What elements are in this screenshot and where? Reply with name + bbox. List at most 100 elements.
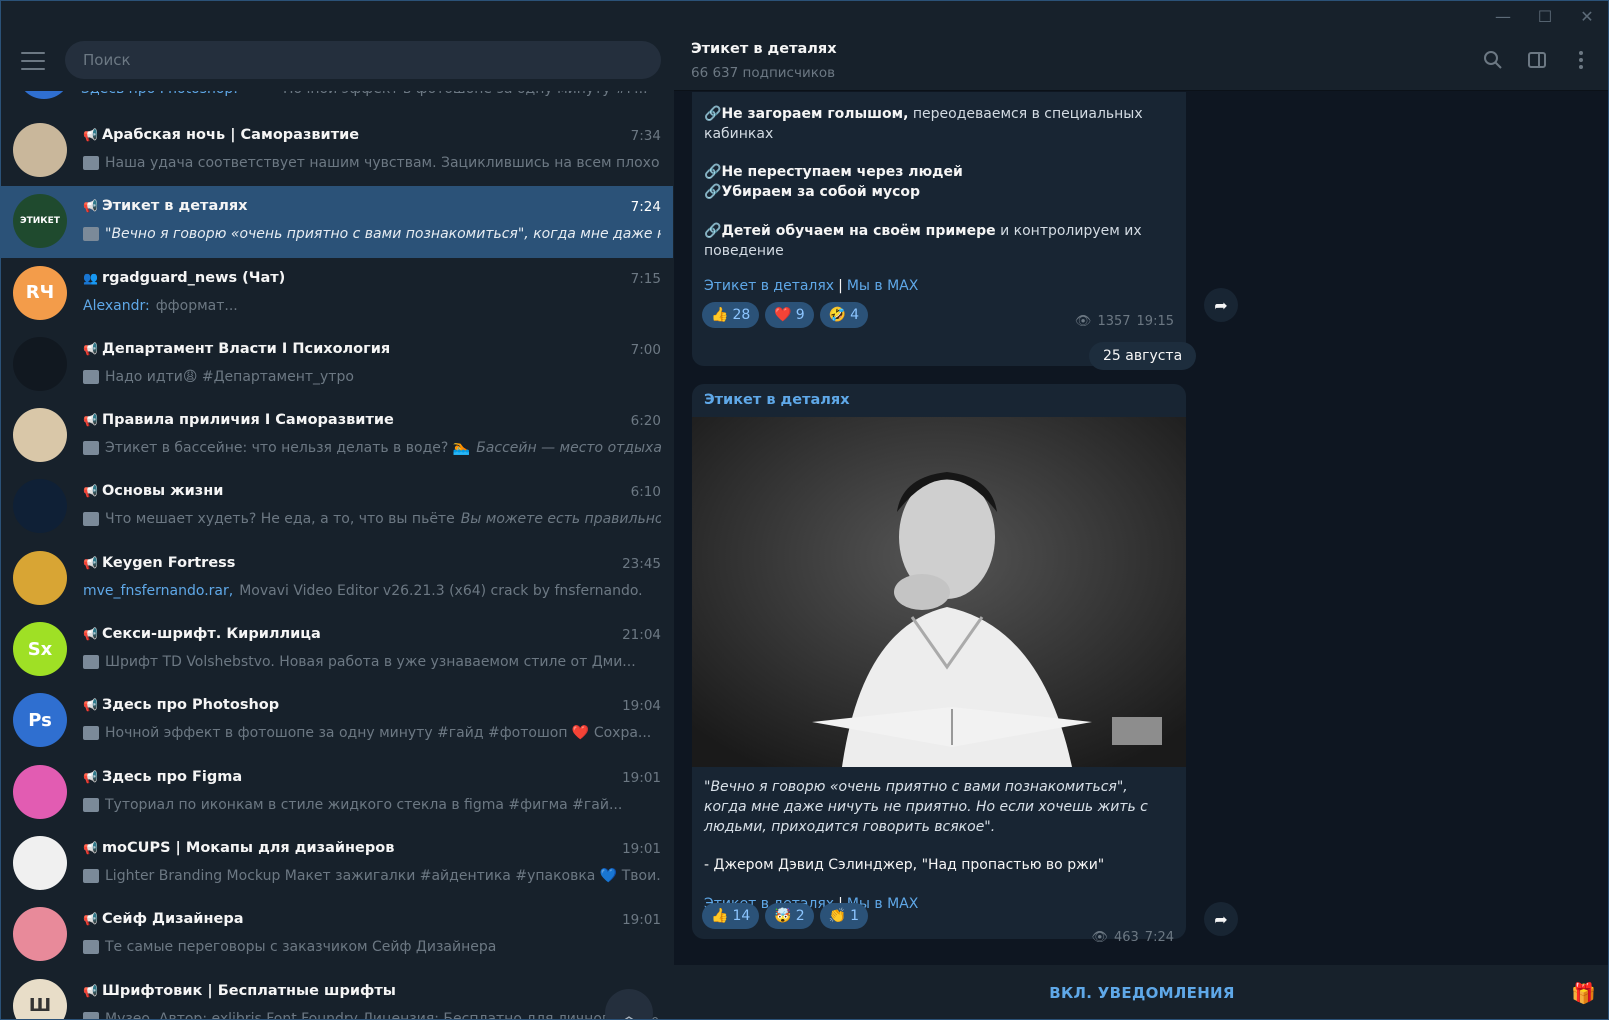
chat-time: 21:04 [622, 627, 661, 644]
chat-item[interactable]: Ш 📢 Шрифтовик | Бесплатные шрифты Музео. Ав… [1, 971, 673, 1019]
chat-item[interactable]: 📢 Департамент Власти I Психология 7:00 Надо… [1, 329, 673, 400]
message-bubble: Этикет в деталях "Вечно я говорю «очень … [692, 384, 1186, 945]
sidebar-toggle-icon[interactable] [1526, 49, 1548, 71]
reactions: 👍 28 ❤️ 9 🤣 4 [702, 302, 868, 328]
preview-text: Наша удача соответствует нашим чувствам.… [105, 155, 661, 171]
forward-button[interactable]: ➦ [1204, 902, 1238, 936]
chat-title: 📢 Этикет в деталях [83, 198, 248, 214]
preview-thumbnail [83, 797, 99, 812]
chat-item[interactable]: 📢 Арабская ночь | Саморазвитие 7:34 Наша уд… [1, 115, 673, 186]
preview-sender: Alexandr: [83, 297, 150, 314]
gift-icon[interactable]: 🎁 [1571, 981, 1596, 1005]
message-area: 🔗Не загораем голышом, переодеваемся в сп… [674, 92, 1608, 958]
date-separator: 25 августа [1089, 342, 1197, 370]
reaction-thumbs-up[interactable]: 👍 28 [702, 302, 760, 328]
chat-item[interactable]: 📢 Основы жизни 6:10 Что мешает худеть? Не е… [1, 471, 673, 542]
avatar [13, 835, 67, 890]
subscriber-count: 66 637 подписчиков [691, 65, 836, 81]
close-button[interactable]: ✕ [1566, 1, 1608, 31]
chat-item[interactable]: Ps 📢 Здесь про Photoshop 19:04 Ночной эффект… [1, 685, 673, 756]
chat-preview: Наша удача соответствует нашим чувствам.… [83, 155, 661, 171]
reaction-clap[interactable]: 👏 1 [819, 903, 868, 929]
reaction-mind-blown[interactable]: 🤯 2 [765, 903, 814, 929]
message-bubble: 🔗Не загораем голышом, переодеваемся в сп… [692, 92, 1186, 366]
chat-title: 📢 Департамент Власти I Психология [83, 341, 390, 357]
chat-title: 📢 Правила приличия I Саморазвитие [83, 412, 394, 428]
chat-item[interactable]: 📢 Правила приличия I Саморазвитие 6:20 Этик… [1, 400, 673, 471]
preview-thumbnail [83, 726, 99, 741]
message-line: 🔗Убираем за собой мусор [704, 184, 921, 200]
chat-item[interactable]: 📢 Keygen Fortress 23:45 mve_fnsfernando.rar… [1, 543, 673, 614]
chat-panel: Этикет в деталях 66 637 подписчиков 🔗Не … [674, 31, 1608, 1019]
chat-title-text: rgadguard_news (Чат) [101, 269, 286, 286]
chat-title: 📢 Шрифтовик | Бесплатные шрифты [83, 983, 396, 999]
chat-title-text: Здесь про Photoshop [101, 697, 280, 714]
chat-title: 👥 rgadguard_news (Чат) [83, 270, 285, 286]
preview-text: Шрифт TD Volshebstvo. Новая работа в уже… [105, 654, 636, 671]
chat-title: 📢 Сейф Дизайнера [83, 911, 243, 927]
preview-text: Этикет в бассейне: что нельзя делать в в… [105, 440, 471, 457]
chat-preview: Lighter Branding Mockup Макет зажигалки … [83, 868, 661, 884]
max-link[interactable]: Мы в MAX [847, 278, 919, 294]
chat-preview: mve_fnsfernando.rar, Movavi Video Editor … [83, 583, 661, 599]
preview-italic-text: Вы можете есть правильно, ... [460, 511, 661, 528]
forward-button[interactable]: ➦ [1204, 288, 1238, 322]
reaction-heart[interactable]: ❤️ 9 [765, 302, 814, 328]
chat-item[interactable]: Sx 📢 Секси-шрифт. Кириллица 21:04 Шрифт TD V… [1, 614, 673, 685]
preview-text: фформат... [155, 297, 238, 314]
chat-item[interactable]: ЭТИКЕТ 📢 Этикет в деталях 7:24 "Вечно я гово… [1, 186, 673, 258]
channel-link[interactable]: Этикет в деталях [704, 278, 834, 294]
search-input[interactable]: Поиск [65, 41, 661, 79]
preview-thumbnail [83, 441, 99, 456]
channel-megaphone-icon: 📢 [83, 128, 98, 142]
minimize-button[interactable]: — [1482, 1, 1524, 31]
chat-title-text: moCUPS | Мокапы для дизайнеров [101, 839, 395, 856]
scroll-counter: 0 [651, 1016, 659, 1019]
chat-item[interactable]: RЧ 👥 rgadguard_news (Чат) 7:15 Alexandr: ффор… [1, 258, 673, 329]
chat-preview: Надо идти😩 #Департамент_утро [83, 369, 661, 385]
channel-title[interactable]: Этикет в деталях [691, 41, 837, 57]
bottom-bar: ВКЛ. УВЕДОМЛЕНИЯ 🎁 [674, 965, 1608, 1019]
more-options-icon[interactable] [1570, 49, 1592, 71]
post-author[interactable]: Этикет в деталях [704, 392, 850, 408]
message-meta: 👁 1357 19:15 [1074, 314, 1174, 329]
group-icon: 👥 [83, 270, 98, 285]
chat-list: Здесь про Photoshop: Ночной эффект в фот… [1, 75, 673, 1019]
chat-preview: Alexandr: фформат... [83, 298, 661, 314]
chat-title-text: Департамент Власти I Психология [101, 340, 391, 357]
channel-megaphone-icon: 📢 [83, 698, 98, 713]
chat-time: 19:01 [622, 840, 661, 857]
hamburger-menu-icon[interactable] [21, 52, 45, 70]
preview-text: Что мешает худеть? Не еда, а то, что вы … [105, 511, 455, 528]
message-meta: 👁 463 7:24 [1091, 930, 1174, 945]
reaction-laughing[interactable]: 🤣 4 [819, 302, 868, 328]
chat-title: 📢 Арабская ночь | Саморазвитие [83, 127, 359, 143]
maximize-button[interactable]: ☐ [1524, 1, 1566, 31]
chat-title-text: Keygen Fortress [101, 554, 236, 571]
chat-item[interactable]: 📢 Здесь про Figma 19:01 Туториал по иконкам… [1, 757, 673, 828]
chat-item[interactable]: 📢 Сейф Дизайнера 19:01 Те самые переговоры … [1, 899, 673, 970]
avatar: Ш [13, 978, 67, 1019]
chat-preview: Ночной эффект в фотошопе за одну минуту … [83, 725, 661, 741]
chat-title-text: Арабская ночь | Саморазвитие [101, 127, 360, 143]
eye-icon: 👁 [1074, 314, 1092, 329]
header-actions [1482, 49, 1592, 71]
chat-title-text: Основы жизни [101, 483, 224, 500]
channel-megaphone-icon: 📢 [83, 341, 98, 356]
chat-time: 6:20 [630, 413, 661, 430]
enable-notifications-button[interactable]: ВКЛ. УВЕДОМЛЕНИЯ [1049, 984, 1235, 1002]
chat-item[interactable]: 📢 moCUPS | Мокапы для дизайнеров 19:01 Ligh… [1, 828, 673, 899]
post-quote: "Вечно я говорю «очень приятно с вами по… [704, 779, 1148, 835]
channel-megaphone-icon: 📢 [83, 840, 98, 855]
chat-list-panel: Поиск Здесь про Photoshop: Ночной эффект… [1, 31, 673, 1019]
reaction-thumbs-up[interactable]: 👍 14 [702, 903, 760, 929]
chat-title-text: Сейф Дизайнера [101, 911, 244, 928]
chat-time: 19:04 [622, 698, 661, 715]
search-icon[interactable] [1482, 49, 1504, 71]
channel-megaphone-icon: 📢 [83, 769, 98, 784]
chat-time: 19:01 [622, 769, 661, 786]
avatar [13, 550, 67, 605]
post-photo[interactable] [692, 417, 1186, 767]
avatar: Sx [13, 622, 67, 677]
channel-megaphone-icon: 📢 [83, 983, 98, 998]
